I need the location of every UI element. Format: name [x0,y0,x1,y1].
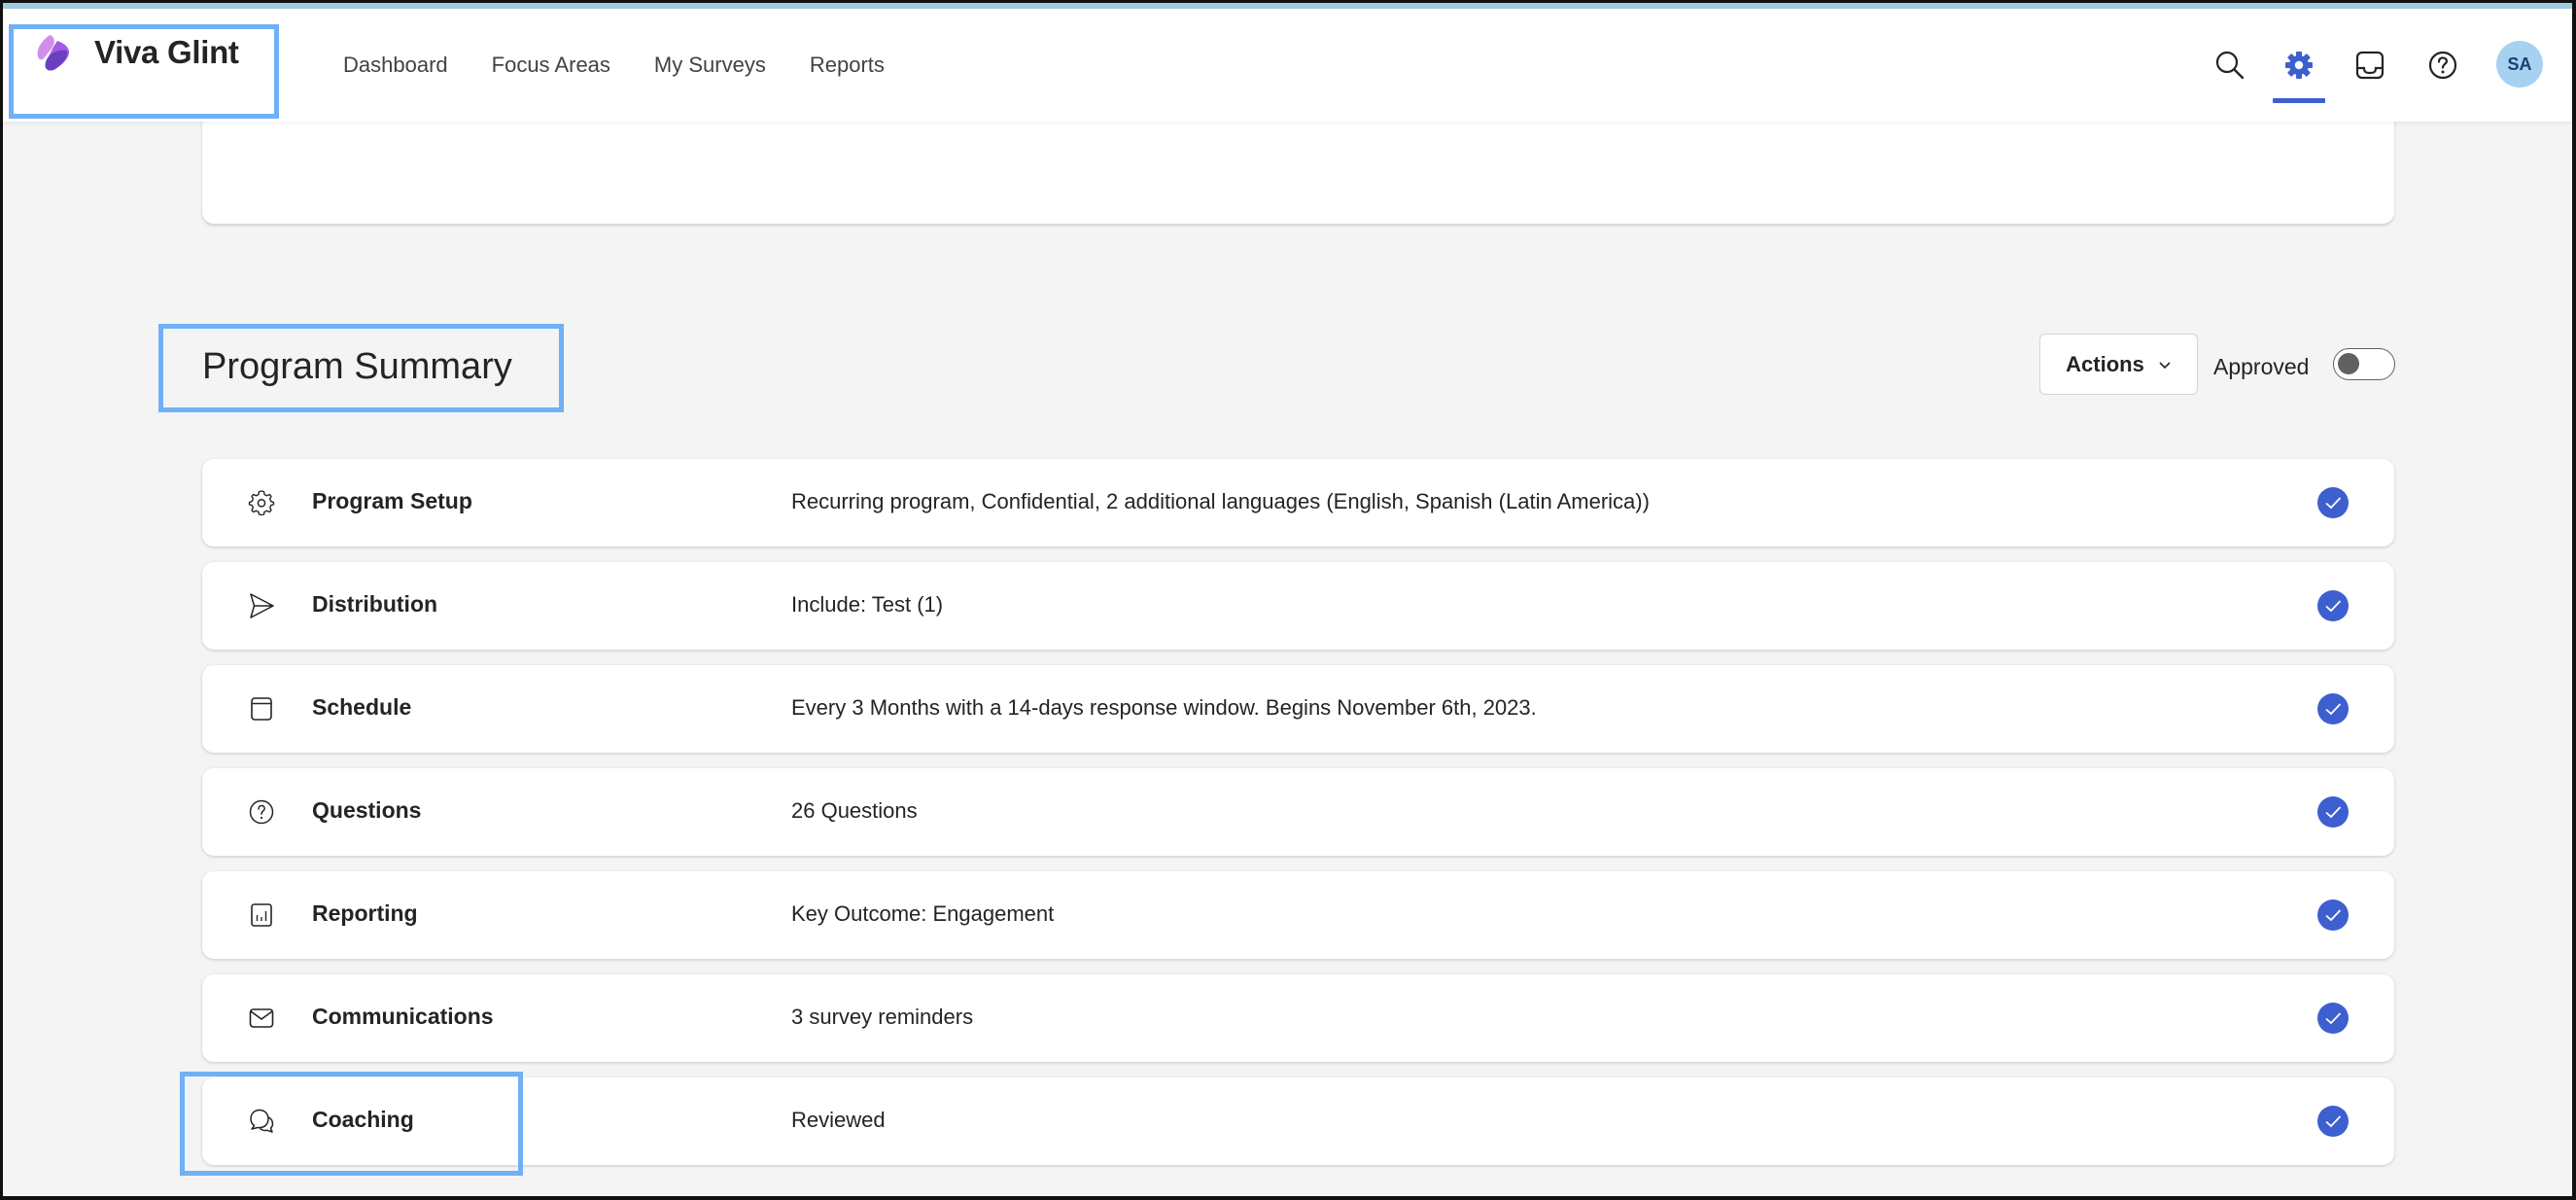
settings-button[interactable] [2280,46,2318,85]
send-icon [250,593,274,618]
mail-icon [249,1008,274,1028]
row-value: 3 survey reminders [791,1005,974,1029]
check-circle-icon [2317,900,2349,931]
app-name: Viva Glint [94,34,239,70]
chat-icon [250,1109,274,1133]
check-circle-icon [2317,796,2349,828]
summary-row-schedule[interactable]: Schedule Every 3 Months with a 14-days r… [202,665,2394,753]
actions-dropdown-button[interactable]: Actions [2039,334,2198,395]
page-title: Program Summary [202,346,512,387]
summary-row-coaching[interactable]: Coaching Reviewed [202,1077,2394,1165]
question-circle-icon [249,799,274,825]
help-button[interactable] [2423,46,2462,85]
summary-row-program-setup[interactable]: Program Setup Recurring program, Confide… [202,459,2394,547]
check-circle-icon [2317,693,2349,724]
search-icon [2215,51,2245,80]
viva-glint-logo-icon [37,35,69,71]
chevron-down-icon [2159,361,2171,369]
approved-label: Approved [2213,354,2310,379]
check-circle-icon [2317,487,2349,518]
actions-label: Actions [2066,351,2144,376]
check-circle-icon [2317,1003,2349,1034]
inbox-icon [2355,51,2385,80]
row-value: Key Outcome: Engagement [791,901,1055,926]
row-label: Distribution [312,591,438,617]
row-value: Include: Test (1) [791,592,944,617]
row-value: Every 3 Months with a 14-days response w… [791,695,1537,720]
summary-row-communications[interactable]: Communications 3 survey reminders [202,974,2394,1062]
top-header: Viva Glint Dashboard Focus Areas My Surv… [3,9,2572,122]
nav-dashboard[interactable]: Dashboard [343,53,448,78]
row-label: Coaching [312,1107,414,1132]
nav-my-surveys[interactable]: My Surveys [654,53,766,78]
app-window: Viva Glint Dashboard Focus Areas My Surv… [3,3,2572,1196]
calendar-icon [251,697,272,721]
nav-reports[interactable]: Reports [810,53,885,78]
main-nav: Dashboard Focus Areas My Surveys Reports [343,9,928,122]
inbox-button[interactable] [2350,46,2389,85]
check-circle-icon [2317,590,2349,621]
nav-focus-areas[interactable]: Focus Areas [492,53,610,78]
help-icon [2428,51,2457,80]
row-label: Reporting [312,900,418,926]
summary-row-questions[interactable]: Questions 26 Questions [202,768,2394,856]
summary-list: Program Setup Recurring program, Confide… [202,459,2394,1181]
row-value: Reviewed [791,1108,886,1132]
toggle-knob [2338,353,2359,374]
row-value: Recurring program, Confidential, 2 addit… [791,489,1650,513]
search-button[interactable] [2210,46,2249,85]
app-logo[interactable]: Viva Glint [32,28,239,77]
gear-icon [2285,52,2313,79]
gear-icon [248,490,275,516]
row-label: Communications [312,1004,494,1029]
row-label: Questions [312,797,422,823]
check-circle-icon [2317,1106,2349,1137]
summary-row-reporting[interactable]: Reporting Key Outcome: Engagement [202,871,2394,959]
user-avatar[interactable]: SA [2496,41,2543,88]
approved-toggle[interactable] [2333,348,2395,380]
row-label: Program Setup [312,488,472,513]
row-value: 26 Questions [791,798,918,823]
summary-row-distribution[interactable]: Distribution Include: Test (1) [202,562,2394,650]
settings-active-indicator [2273,98,2325,103]
row-label: Schedule [312,694,412,720]
chart-icon [251,903,272,927]
